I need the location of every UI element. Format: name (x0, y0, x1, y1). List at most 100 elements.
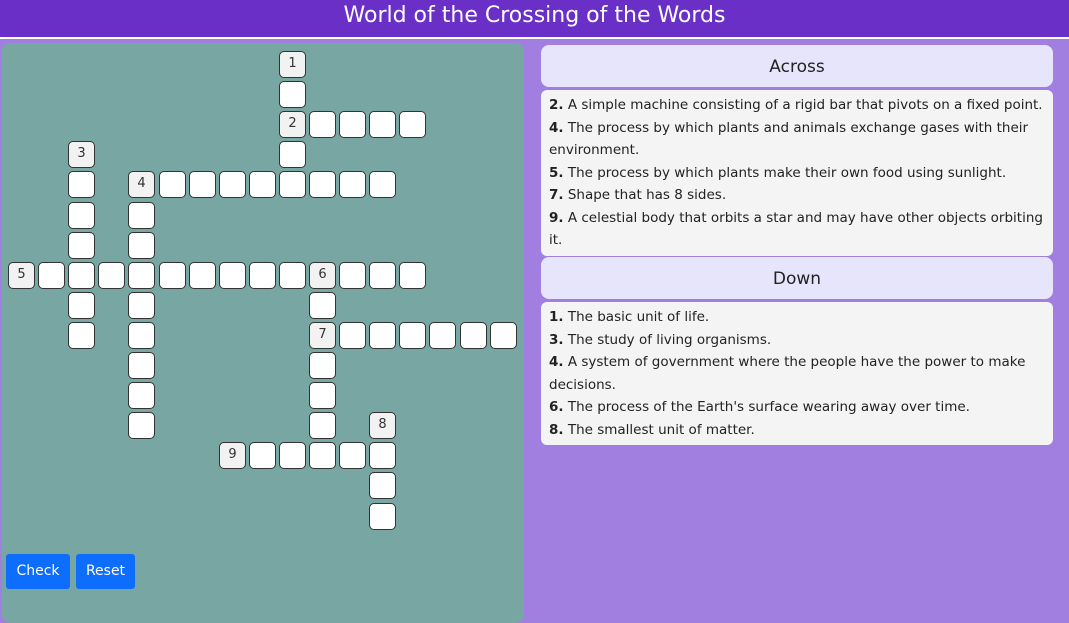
letter-cell[interactable] (460, 322, 487, 349)
clue-number: 4. (549, 119, 564, 136)
across-clue: 2. A simple machine consisting of a rigi… (549, 94, 1047, 117)
letter-cell[interactable] (429, 322, 456, 349)
letter-cell[interactable] (219, 171, 246, 198)
letter-cell[interactable] (369, 262, 396, 289)
letter-cell[interactable] (369, 442, 396, 469)
clue-text: Shape that has 8 sides. (567, 187, 727, 203)
clue-text: A simple machine consisting of a rigid b… (567, 97, 1043, 113)
letter-cell[interactable] (189, 171, 216, 198)
clue-number-cell-9[interactable]: 9 (219, 442, 246, 469)
letter-cell[interactable] (128, 352, 155, 379)
letter-cell[interactable] (369, 503, 396, 530)
letter-cell[interactable] (189, 262, 216, 289)
letter-cell[interactable] (128, 322, 155, 349)
letter-cell[interactable] (339, 262, 366, 289)
letter-cell[interactable] (128, 412, 155, 439)
letter-cell[interactable] (399, 111, 426, 138)
clue-number-cell-3[interactable]: 3 (68, 141, 95, 168)
letter-cell[interactable] (98, 262, 125, 289)
down-clue: 8. The smallest unit of matter. (549, 419, 1047, 442)
down-heading: Down (541, 257, 1053, 299)
letter-cell[interactable] (219, 262, 246, 289)
letter-cell[interactable] (128, 202, 155, 229)
letter-cell[interactable] (159, 171, 186, 198)
clue-text: A system of government where the people … (549, 354, 1026, 393)
crossword-board: 1 2 3 4 5 6 7 8 9 (2, 43, 524, 623)
clue-number: 7. (549, 187, 564, 203)
clue-number-cell-5[interactable]: 5 (8, 262, 35, 289)
letter-cell[interactable] (339, 322, 366, 349)
letter-cell[interactable] (68, 292, 95, 319)
clue-number-cell-1[interactable]: 1 (279, 51, 306, 78)
clue-number-cell-6[interactable]: 6 (309, 262, 336, 289)
letter-cell[interactable] (128, 382, 155, 409)
letter-cell[interactable] (399, 322, 426, 349)
letter-cell[interactable] (339, 171, 366, 198)
down-clue-list: 1. The basic unit of life. 3. The study … (541, 302, 1053, 445)
down-clue: 3. The study of living organisms. (549, 329, 1047, 352)
down-clue: 4. A system of government where the peop… (549, 351, 1047, 396)
letter-cell[interactable] (249, 171, 276, 198)
letter-cell[interactable] (68, 202, 95, 229)
letter-cell[interactable] (309, 171, 336, 198)
check-button[interactable]: Check (6, 554, 70, 589)
letter-cell[interactable] (309, 442, 336, 469)
letter-cell[interactable] (369, 322, 396, 349)
clue-text: The study of living organisms. (567, 331, 772, 348)
across-clue: 9. A celestial body that orbits a star a… (549, 207, 1047, 252)
letter-cell[interactable] (128, 232, 155, 259)
letter-cell[interactable] (279, 262, 306, 289)
clue-text: The smallest unit of matter. (567, 421, 755, 438)
letter-cell[interactable] (279, 171, 306, 198)
clue-number: 9. (549, 209, 564, 226)
letter-cell[interactable] (279, 81, 306, 108)
clue-text: The process by which plants and animals … (549, 119, 1029, 159)
letter-cell[interactable] (249, 442, 276, 469)
page-title: World of the Crossing of the Words (0, 0, 1069, 39)
letter-cell[interactable] (249, 262, 276, 289)
clue-text: The basic unit of life. (567, 309, 710, 325)
clue-number-cell-2[interactable]: 2 (279, 111, 306, 138)
letter-cell[interactable] (68, 171, 95, 198)
letter-cell[interactable] (399, 262, 426, 289)
letter-cell[interactable] (490, 322, 517, 349)
letter-cell[interactable] (369, 111, 396, 138)
letter-cell[interactable] (309, 352, 336, 379)
across-clue-list: 2. A simple machine consisting of a rigi… (541, 90, 1053, 256)
clue-number: 8. (549, 421, 564, 438)
clue-number: 5. (549, 164, 564, 181)
letter-cell[interactable] (309, 412, 336, 439)
clue-number-cell-7[interactable]: 7 (309, 322, 336, 349)
across-clue: 4. The process by which plants and anima… (549, 117, 1047, 162)
letter-cell[interactable] (68, 232, 95, 259)
clue-text: A celestial body that orbits a star and … (549, 209, 1043, 249)
letter-cell[interactable] (309, 382, 336, 409)
clue-number: 1. (549, 309, 564, 325)
letter-cell[interactable] (339, 111, 366, 138)
letter-cell[interactable] (309, 111, 336, 138)
clue-number-cell-4[interactable]: 4 (128, 171, 155, 198)
letter-cell[interactable] (279, 442, 306, 469)
clue-text: The process of the Earth's surface weari… (567, 399, 970, 415)
letter-cell[interactable] (128, 292, 155, 319)
letter-cell[interactable] (128, 262, 155, 289)
clue-text: The process by which plants make their o… (567, 164, 1007, 181)
across-clue: 5. The process by which plants make thei… (549, 162, 1047, 185)
down-clue: 6. The process of the Earth's surface we… (549, 396, 1047, 419)
letter-cell[interactable] (279, 141, 306, 168)
clue-number: 4. (549, 354, 564, 370)
letter-cell[interactable] (369, 472, 396, 499)
letter-cell[interactable] (68, 262, 95, 289)
across-heading: Across (541, 45, 1053, 87)
letter-cell[interactable] (68, 322, 95, 349)
letter-cell[interactable] (159, 262, 186, 289)
clue-number-cell-8[interactable]: 8 (369, 412, 396, 439)
letter-cell[interactable] (38, 262, 65, 289)
letter-cell[interactable] (369, 171, 396, 198)
clue-number: 3. (549, 331, 564, 348)
reset-button[interactable]: Reset (76, 554, 135, 589)
letter-cell[interactable] (339, 442, 366, 469)
clue-number: 2. (549, 97, 564, 113)
down-clue: 1. The basic unit of life. (549, 306, 1047, 329)
letter-cell[interactable] (309, 292, 336, 319)
